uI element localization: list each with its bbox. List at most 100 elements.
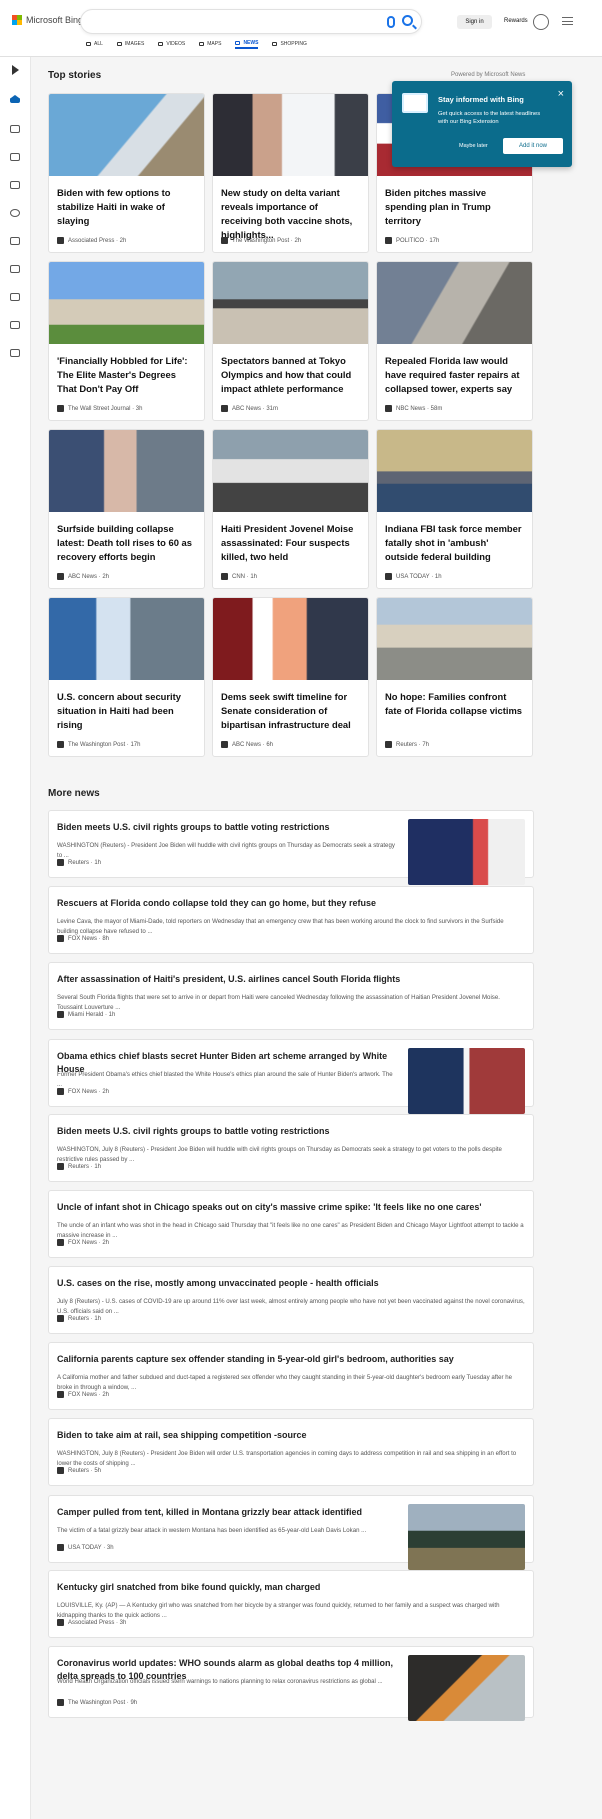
story-image[interactable]	[377, 430, 532, 512]
news-item[interactable]: After assassination of Haiti's president…	[48, 962, 534, 1030]
story-card[interactable]: U.S. concern about security situation in…	[48, 597, 205, 757]
news-title[interactable]: Uncle of infant shot in Chicago speaks o…	[57, 1201, 525, 1214]
image-icon	[116, 42, 122, 46]
news-title[interactable]: Rescuers at Florida condo collapse told …	[57, 897, 525, 910]
tab-maps[interactable]: MAPS	[199, 39, 221, 49]
add-it-now-button[interactable]: Add it now	[503, 138, 563, 154]
news-title[interactable]: Camper pulled from tent, killed in Monta…	[57, 1506, 397, 1519]
rocket-icon[interactable]	[10, 265, 20, 273]
tab-images[interactable]: IMAGES	[116, 39, 144, 49]
science-icon[interactable]	[10, 237, 20, 245]
news-item[interactable]: Biden to take aim at rail, sea shipping …	[48, 1418, 534, 1486]
popup-body: Get quick access to the latest headlines…	[438, 111, 541, 125]
story-title[interactable]: Dems seek swift timeline for Senate cons…	[221, 690, 360, 732]
story-image[interactable]	[49, 262, 204, 344]
search-icon[interactable]	[402, 15, 413, 26]
story-image[interactable]	[49, 94, 204, 176]
globe-icon[interactable]	[10, 209, 20, 217]
story-title[interactable]: No hope: Families confront fate of Flori…	[385, 690, 524, 718]
story-image[interactable]	[49, 598, 204, 680]
news-summary: WASHINGTON, July 8 (Reuters) - President…	[57, 1146, 502, 1163]
story-title[interactable]: Biden pitches massive spending plan in T…	[385, 186, 524, 228]
news-item[interactable]: Rescuers at Florida condo collapse told …	[48, 886, 534, 954]
news-title[interactable]: Biden meets U.S. civil rights groups to …	[57, 1125, 525, 1138]
tab-news[interactable]: NEWS	[235, 39, 259, 49]
story-card[interactable]: Indiana FBI task force member fatally sh…	[376, 429, 533, 589]
news-item[interactable]: U.S. cases on the rise, mostly among unv…	[48, 1266, 534, 1334]
story-title[interactable]: Repealed Florida law would have required…	[385, 354, 524, 396]
maybe-later-button[interactable]: Maybe later	[459, 143, 488, 149]
publisher-logo-icon	[57, 573, 64, 580]
news-thumbnail[interactable]	[408, 819, 525, 885]
story-image[interactable]	[377, 598, 532, 680]
bank-icon[interactable]	[10, 321, 20, 329]
news-item[interactable]: Uncle of infant shot in Chicago speaks o…	[48, 1190, 534, 1258]
story-card[interactable]: 'Financially Hobbled for Life': The Elit…	[48, 261, 205, 421]
story-source: Associated Press · 2h	[57, 237, 126, 244]
story-card[interactable]: Surfside building collapse latest: Death…	[48, 429, 205, 589]
tools-icon[interactable]	[10, 125, 20, 133]
story-image[interactable]	[213, 598, 368, 680]
card-icon[interactable]	[10, 349, 20, 357]
story-image[interactable]	[213, 94, 368, 176]
close-icon[interactable]: ×	[558, 88, 564, 100]
browser-extension-icon	[402, 93, 428, 113]
menu-icon[interactable]	[562, 17, 573, 25]
home-icon[interactable]	[10, 95, 20, 103]
story-title[interactable]: Haiti President Jovenel Moise assassinat…	[221, 522, 360, 564]
news-title[interactable]: After assassination of Haiti's president…	[57, 973, 525, 986]
news-item[interactable]: California parents capture sex offender …	[48, 1342, 534, 1410]
news-title[interactable]: U.S. cases on the rise, mostly among unv…	[57, 1277, 525, 1290]
story-image[interactable]	[377, 262, 532, 344]
news-item[interactable]: Biden meets U.S. civil rights groups to …	[48, 1114, 534, 1182]
collapse-chevron-icon[interactable]	[12, 65, 24, 75]
story-image[interactable]	[49, 430, 204, 512]
news-source: Reuters · 1h	[57, 1163, 101, 1170]
shopping-icon	[272, 42, 278, 46]
sign-in-button[interactable]: Sign in	[457, 15, 492, 29]
bing-logo[interactable]: Microsoft Bing	[12, 15, 83, 25]
news-item[interactable]: Kentucky girl snatched from bike found q…	[48, 1570, 534, 1638]
news-title[interactable]: Biden to take aim at rail, sea shipping …	[57, 1429, 525, 1442]
story-title[interactable]: Indiana FBI task force member fatally sh…	[385, 522, 524, 564]
news-item[interactable]: Coronavirus world updates: WHO sounds al…	[48, 1646, 534, 1721]
entertainment-icon[interactable]	[10, 293, 20, 301]
rewards-trophy-icon[interactable]	[533, 14, 549, 30]
story-card[interactable]: Dems seek swift timeline for Senate cons…	[212, 597, 369, 757]
news-thumbnail[interactable]	[408, 1655, 525, 1721]
publisher-logo-icon	[57, 1619, 64, 1626]
story-card[interactable]: Biden with few options to stabilize Hait…	[48, 93, 205, 253]
flag-icon[interactable]	[10, 153, 20, 161]
tab-shopping[interactable]: SHOPPING	[272, 39, 307, 49]
publisher-logo-icon	[221, 741, 228, 748]
publisher-logo-icon	[385, 237, 392, 244]
news-thumbnail[interactable]	[408, 1504, 525, 1570]
story-image[interactable]	[213, 430, 368, 512]
story-card[interactable]: Spectators banned at Tokyo Olympics and …	[212, 261, 369, 421]
search-bar[interactable]	[80, 9, 422, 34]
story-title[interactable]: New study on delta variant reveals impor…	[221, 186, 360, 242]
story-card[interactable]: No hope: Families confront fate of Flori…	[376, 597, 533, 757]
story-title[interactable]: U.S. concern about security situation in…	[57, 690, 196, 732]
rewards-label[interactable]: Rewards	[504, 18, 528, 24]
news-item[interactable]: Camper pulled from tent, killed in Monta…	[48, 1495, 534, 1570]
story-title[interactable]: Surfside building collapse latest: Death…	[57, 522, 196, 564]
tab-videos[interactable]: VIDEOS	[158, 39, 185, 49]
news-item[interactable]: Biden meets U.S. civil rights groups to …	[48, 810, 534, 885]
story-card[interactable]: New study on delta variant reveals impor…	[212, 93, 369, 253]
news-thumbnail[interactable]	[408, 1048, 525, 1114]
news-title[interactable]: California parents capture sex offender …	[57, 1353, 525, 1366]
location-icon[interactable]	[10, 181, 20, 189]
news-item[interactable]: Obama ethics chief blasts secret Hunter …	[48, 1039, 534, 1114]
story-source: USA TODAY · 1h	[385, 573, 442, 580]
story-card[interactable]: Repealed Florida law would have required…	[376, 261, 533, 421]
story-title[interactable]: 'Financially Hobbled for Life': The Elit…	[57, 354, 196, 396]
story-title[interactable]: Biden with few options to stabilize Hait…	[57, 186, 196, 228]
tab-all[interactable]: ALL	[86, 39, 103, 49]
story-title[interactable]: Spectators banned at Tokyo Olympics and …	[221, 354, 360, 396]
microphone-icon[interactable]	[387, 16, 395, 28]
story-image[interactable]	[213, 262, 368, 344]
news-title[interactable]: Biden meets U.S. civil rights groups to …	[57, 821, 397, 834]
news-title[interactable]: Kentucky girl snatched from bike found q…	[57, 1581, 525, 1594]
story-card[interactable]: Haiti President Jovenel Moise assassinat…	[212, 429, 369, 589]
